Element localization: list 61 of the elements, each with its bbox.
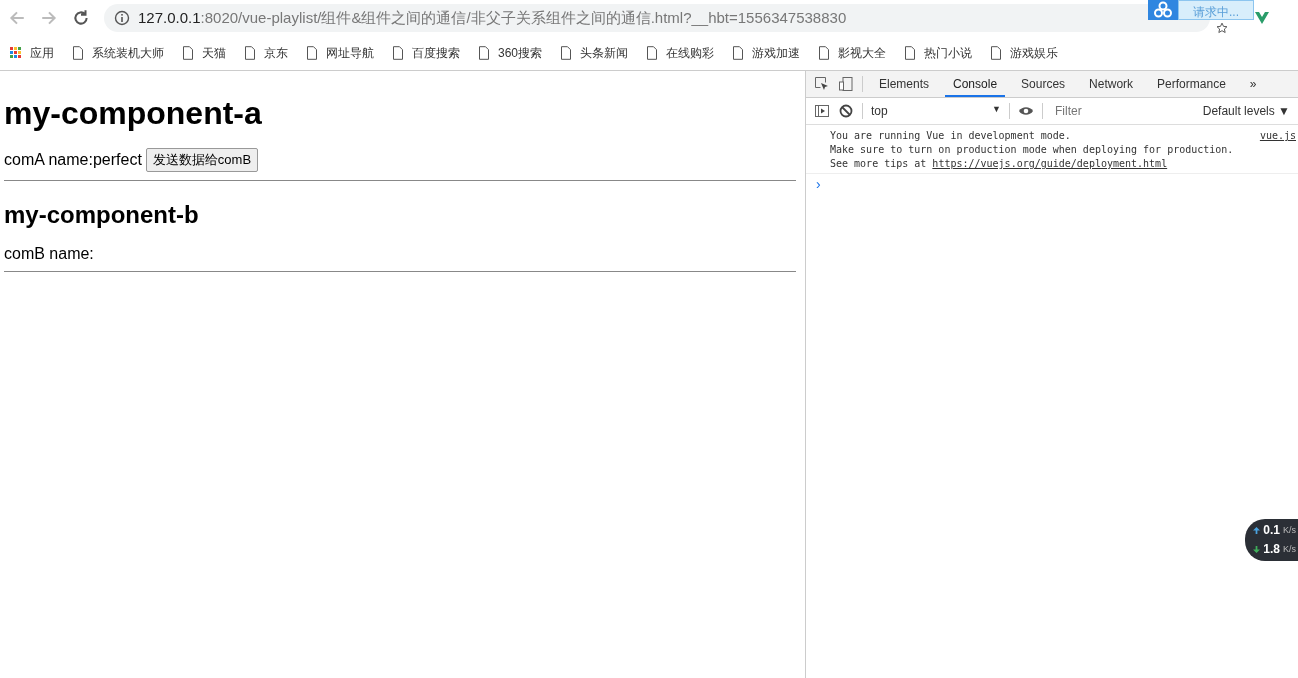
- console-message: See more tips at https://vuejs.org/guide/deployment.html: [830, 157, 1168, 171]
- bookmark-item[interactable]: 360搜索: [478, 44, 543, 62]
- speed-unit: K/s: [1283, 543, 1296, 556]
- speed-value: 1.8: [1263, 541, 1280, 558]
- v-logo-icon[interactable]: [1254, 10, 1270, 26]
- name-text: comB name:: [4, 245, 94, 263]
- page-icon: [392, 46, 404, 60]
- devtools-tab[interactable]: Elements: [871, 71, 938, 97]
- device-icon[interactable]: [838, 76, 854, 92]
- bookmark-item[interactable]: 百度搜索: [392, 44, 460, 62]
- bookmark-item[interactable]: 影视大全: [818, 44, 887, 62]
- sidebar-toggle-icon[interactable]: [814, 103, 830, 119]
- page-icon: [244, 46, 256, 60]
- context-select[interactable]: top ▼: [871, 104, 1001, 118]
- up-arrow-icon: [1253, 527, 1261, 534]
- devtools-tab[interactable]: Performance: [1149, 71, 1234, 97]
- apps-grid-icon: [10, 46, 22, 60]
- source-link[interactable]: vue.js: [1259, 129, 1298, 143]
- url-text: 127.0.0.1:8020/vue-playlist/组件&组件之间的通信/非父子关系组件之间的通信.html?__hbt=1556347538830: [138, 8, 847, 28]
- page-icon: [182, 46, 194, 60]
- prompt-caret[interactable]: ›: [816, 176, 821, 192]
- bookmark-item[interactable]: 网址导航: [306, 44, 374, 62]
- bookmark-item[interactable]: 游戏加速: [732, 44, 801, 62]
- bookmark-item[interactable]: 系统装机大师: [72, 44, 164, 62]
- page-icon: [732, 46, 745, 60]
- bookmark-item[interactable]: 天猫: [182, 44, 226, 62]
- bookmark-item[interactable]: 游戏娱乐: [990, 44, 1059, 62]
- send-button[interactable]: 发送数据给comB: [145, 148, 259, 172]
- name-text: comA name:perfect: [4, 151, 142, 169]
- page-icon: [478, 46, 490, 60]
- speed-unit: K/s: [1283, 524, 1296, 537]
- devtools-tab[interactable]: Console: [945, 71, 1006, 97]
- page-heading: my-component-a: [4, 95, 263, 132]
- bookmark-item[interactable]: 京东: [244, 44, 288, 62]
- inspect-icon[interactable]: [814, 76, 830, 92]
- reload-icon[interactable]: [72, 9, 90, 27]
- link[interactable]: https://vuejs.org/guide/deployment.html: [932, 158, 1168, 169]
- page-icon: [306, 46, 318, 60]
- info-icon: [114, 10, 130, 26]
- page-icon: [72, 46, 84, 60]
- bookmark-item[interactable]: 热门小说: [904, 44, 973, 62]
- star-icon[interactable]: [1216, 22, 1228, 34]
- down-arrow-icon: [1253, 546, 1261, 553]
- page-icon: [990, 46, 1003, 60]
- levels-dropdown[interactable]: Default levels ▼: [1202, 104, 1290, 118]
- clear-icon[interactable]: [838, 103, 854, 119]
- status-badge: 请求中...: [1178, 0, 1254, 20]
- console-message: Make sure to turn on production mode when deploying for production.: [830, 143, 1234, 157]
- speed-value: 0.1: [1263, 522, 1280, 539]
- section-heading: my-component-b: [4, 201, 200, 229]
- bookmark-item[interactable]: 头条新闻: [560, 44, 629, 62]
- page-icon: [818, 46, 831, 60]
- page-icon: [904, 46, 917, 60]
- bookmark-item[interactable]: 在线购彩: [646, 44, 715, 62]
- bookmark-item[interactable]: 应用: [10, 44, 54, 62]
- page-icon: [646, 46, 659, 60]
- more-tabs-button[interactable]: »: [1241, 71, 1265, 97]
- page-icon: [560, 46, 573, 60]
- devtools-tab[interactable]: Network: [1081, 71, 1142, 97]
- console-message: You are running Vue in development mode.: [830, 129, 1071, 143]
- devtools-tab[interactable]: Sources: [1013, 71, 1074, 97]
